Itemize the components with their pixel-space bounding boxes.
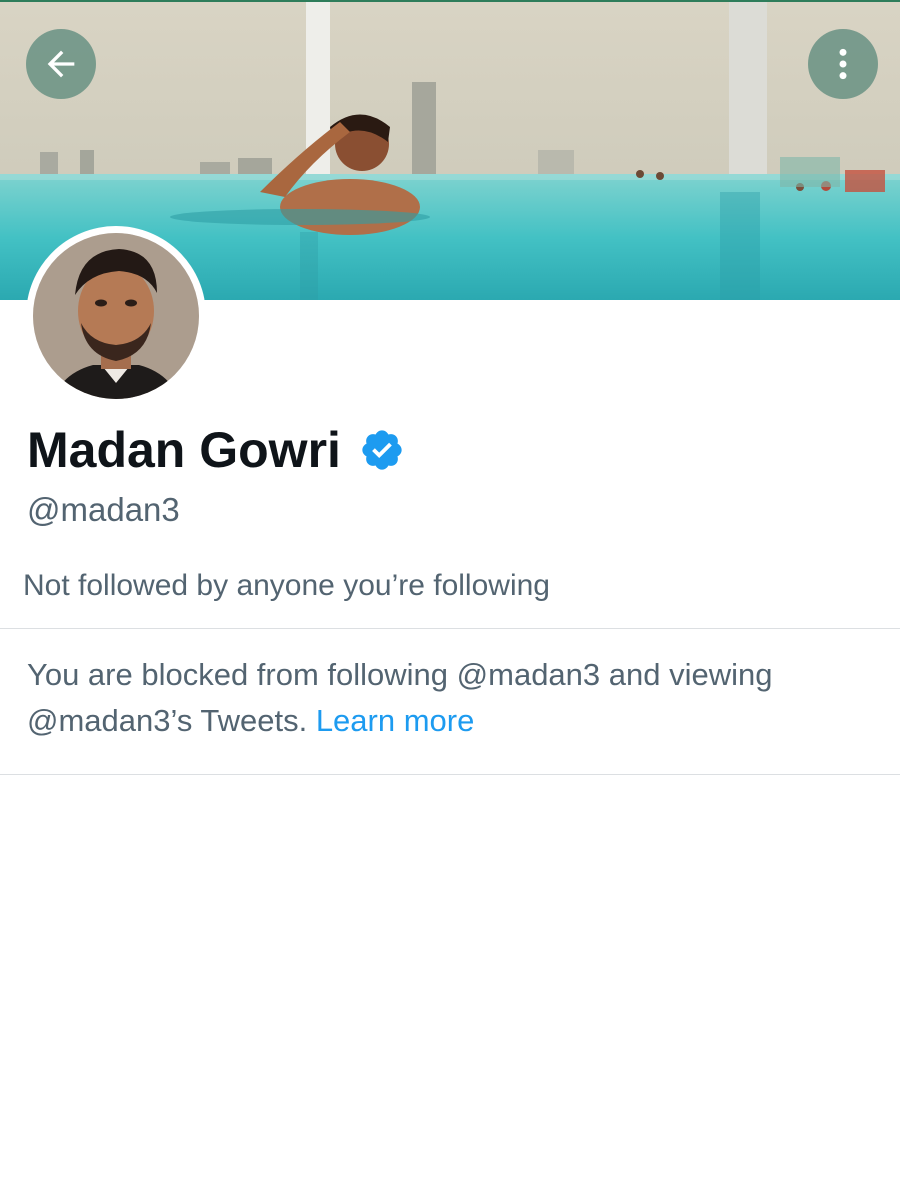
divider — [0, 628, 900, 629]
blocked-notice: You are blocked from following @madan3 a… — [27, 652, 877, 744]
avatar[interactable] — [26, 226, 206, 406]
back-button[interactable] — [26, 29, 96, 99]
avatar-image — [33, 233, 199, 399]
arrow-left-icon — [47, 50, 75, 78]
more-vertical-icon — [839, 48, 847, 80]
more-options-button[interactable] — [808, 29, 878, 99]
followers-you-know-note[interactable]: Not followed by anyone you’re following — [23, 569, 550, 603]
divider — [0, 774, 900, 775]
profile-name-row: Madan Gowri — [27, 420, 405, 480]
profile-page: Madan Gowri @madan3 Not followed by anyo… — [0, 0, 900, 1200]
learn-more-link[interactable]: Learn more — [316, 703, 475, 738]
display-name: Madan Gowri — [27, 422, 341, 478]
profile-handle: @madan3 — [27, 491, 180, 528]
verified-badge-icon — [359, 427, 405, 473]
